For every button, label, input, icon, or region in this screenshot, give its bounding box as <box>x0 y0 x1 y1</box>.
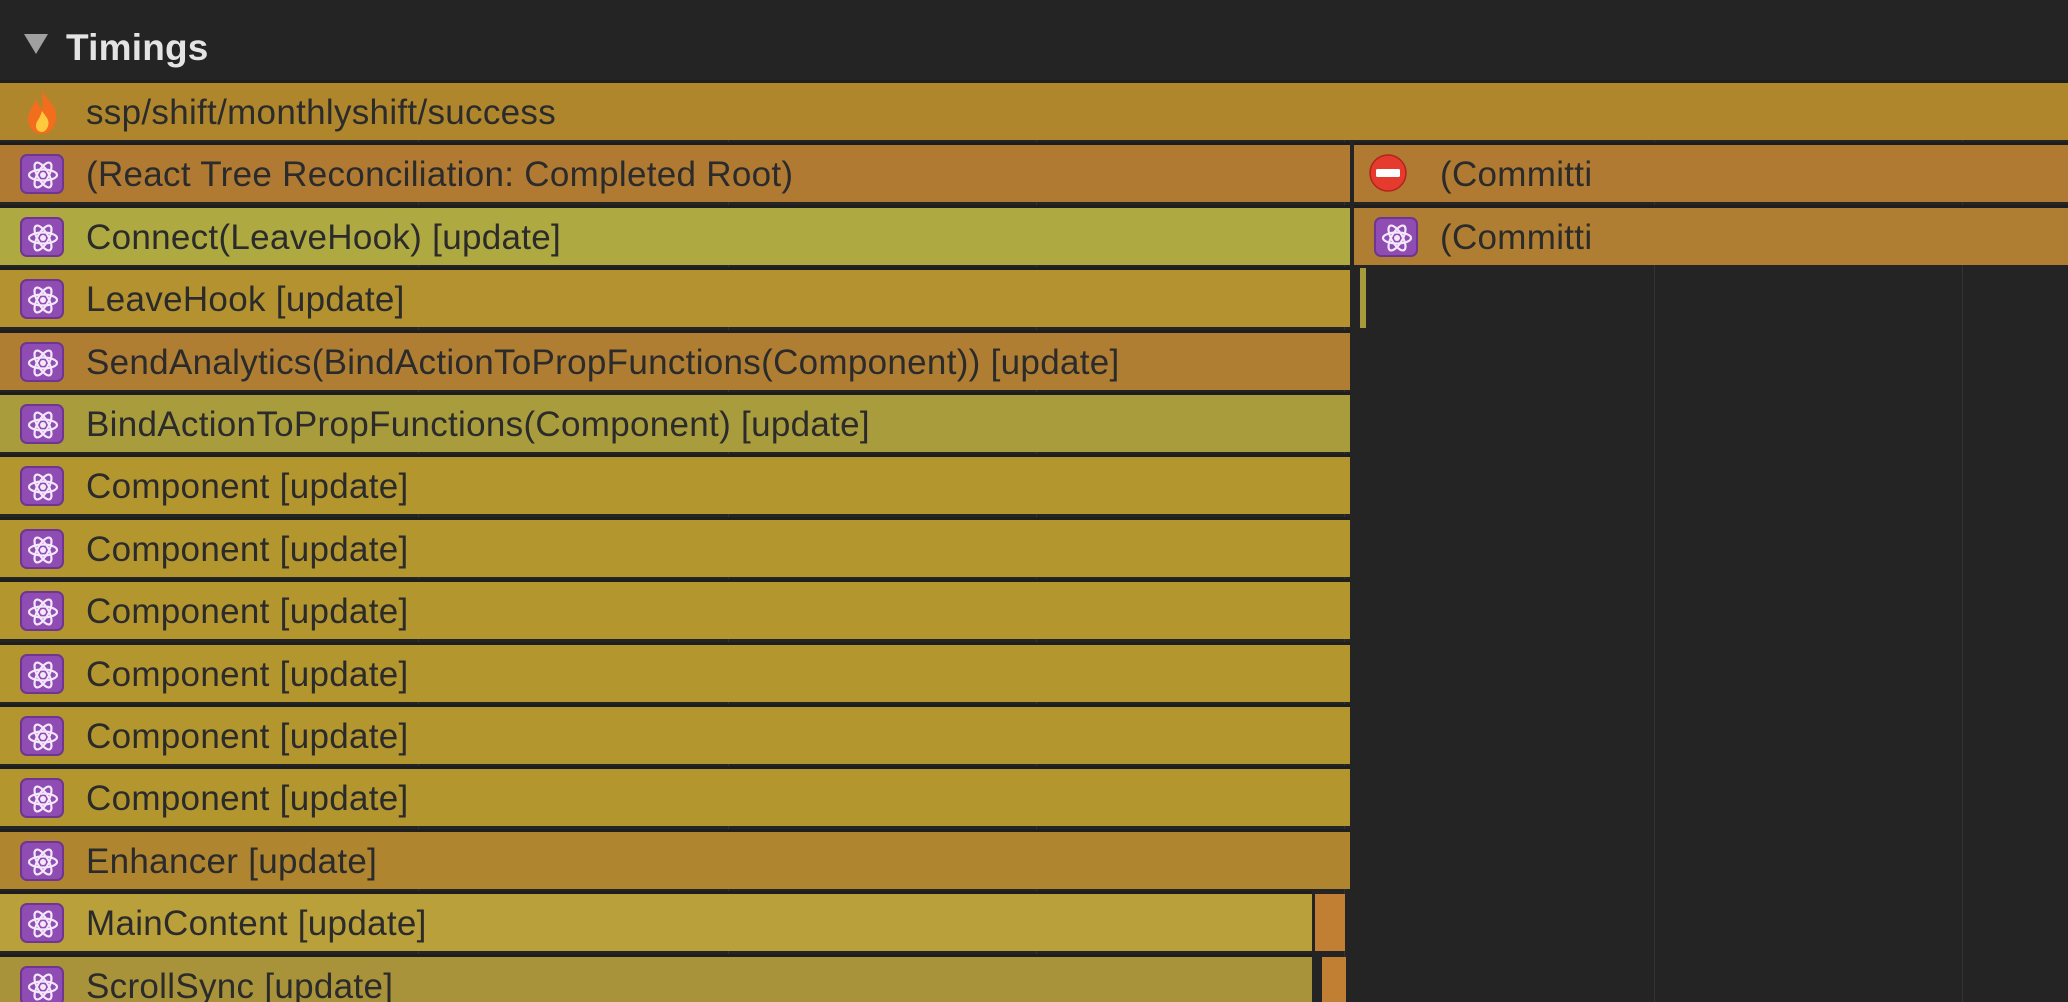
fire-icon <box>22 89 62 135</box>
react-icon <box>20 778 64 818</box>
timing-bar-label: LeaveHook [update] <box>86 280 405 319</box>
timing-bar-label: Connect(LeaveHook) [update] <box>86 218 562 257</box>
leavehook-followup-bar[interactable] <box>1360 268 1366 328</box>
react-icon <box>20 654 64 694</box>
timing-bar[interactable]: Component [update] <box>0 642 1350 702</box>
react-icon <box>20 154 64 194</box>
timing-bar-label: Component [update] <box>86 655 409 694</box>
timing-bar-label: MainContent [update] <box>86 904 427 943</box>
timing-bar-label: Component [update] <box>86 467 409 506</box>
timings-section-header[interactable]: Timings <box>0 0 2068 80</box>
timings-title: Timings <box>66 27 209 68</box>
react-icon <box>1374 217 1418 257</box>
timing-bar[interactable]: Component [update] <box>0 517 1350 577</box>
react-icon <box>20 404 64 444</box>
timing-bar-label: Enhancer [update] <box>86 842 378 881</box>
react-icon <box>20 591 64 631</box>
disclosure-triangle-down-icon[interactable] <box>24 34 48 54</box>
timing-bar-label: Component [update] <box>86 530 409 569</box>
timing-bar[interactable]: SendAnalytics(BindActionToPropFunctions(… <box>0 330 1350 390</box>
timing-bar-label: BindActionToPropFunctions(Component) [up… <box>86 405 870 444</box>
scrollsync-tail-bar[interactable] <box>1322 957 1346 1002</box>
timing-bar-root[interactable]: ssp/shift/monthlyshift/success <box>0 80 2068 140</box>
timing-bar[interactable]: BindActionToPropFunctions(Component) [up… <box>0 392 1350 452</box>
timing-bar-label: (React Tree Reconciliation: Completed Ro… <box>86 155 794 194</box>
timing-bar[interactable]: Enhancer [update] <box>0 829 1350 889</box>
react-icon <box>20 841 64 881</box>
timing-bar[interactable]: Component [update] <box>0 766 1350 826</box>
timing-bar-label: (Committi <box>1440 218 1593 257</box>
react-icon <box>20 966 64 1002</box>
timing-bar-label: Component [update] <box>86 717 409 756</box>
timing-bar[interactable]: Connect(LeaveHook) [update] <box>0 205 1350 265</box>
timing-bar[interactable]: MainContent [update] <box>0 891 1312 951</box>
timing-bar[interactable]: ScrollSync [update] <box>0 954 1312 1002</box>
react-icon <box>20 279 64 319</box>
react-icon <box>20 716 64 756</box>
timing-bar[interactable]: (React Tree Reconciliation: Completed Ro… <box>0 142 1350 202</box>
timing-bar-label: ssp/shift/monthlyshift/success <box>86 93 556 132</box>
timing-bar-label: Component [update] <box>86 592 409 631</box>
react-icon <box>20 217 64 257</box>
react-icon <box>20 466 64 506</box>
timings-flame-chart: Timings ssp/shift/monthlyshift/success (R… <box>0 0 2068 1002</box>
commit-timing-bar[interactable]: (Committi <box>1354 205 2068 265</box>
maincontent-tail-bar[interactable] <box>1315 894 1345 951</box>
react-icon <box>20 529 64 569</box>
timing-bar[interactable]: Component [update] <box>0 704 1350 764</box>
commit-timing-bar[interactable]: (Committi <box>1354 142 2068 202</box>
timing-bar-label: (Committi <box>1440 155 1593 194</box>
timing-bar[interactable]: Component [update] <box>0 454 1350 514</box>
stop-sign-icon <box>1368 153 1408 193</box>
timing-bar-label: Component [update] <box>86 779 409 818</box>
timing-bar[interactable]: LeaveHook [update] <box>0 267 1350 327</box>
timing-bar-label: SendAnalytics(BindActionToPropFunctions(… <box>86 343 1120 382</box>
react-icon <box>20 342 64 382</box>
react-icon <box>20 903 64 943</box>
timing-bar[interactable]: Component [update] <box>0 579 1350 639</box>
timing-bar-label: ScrollSync [update] <box>86 967 394 1002</box>
